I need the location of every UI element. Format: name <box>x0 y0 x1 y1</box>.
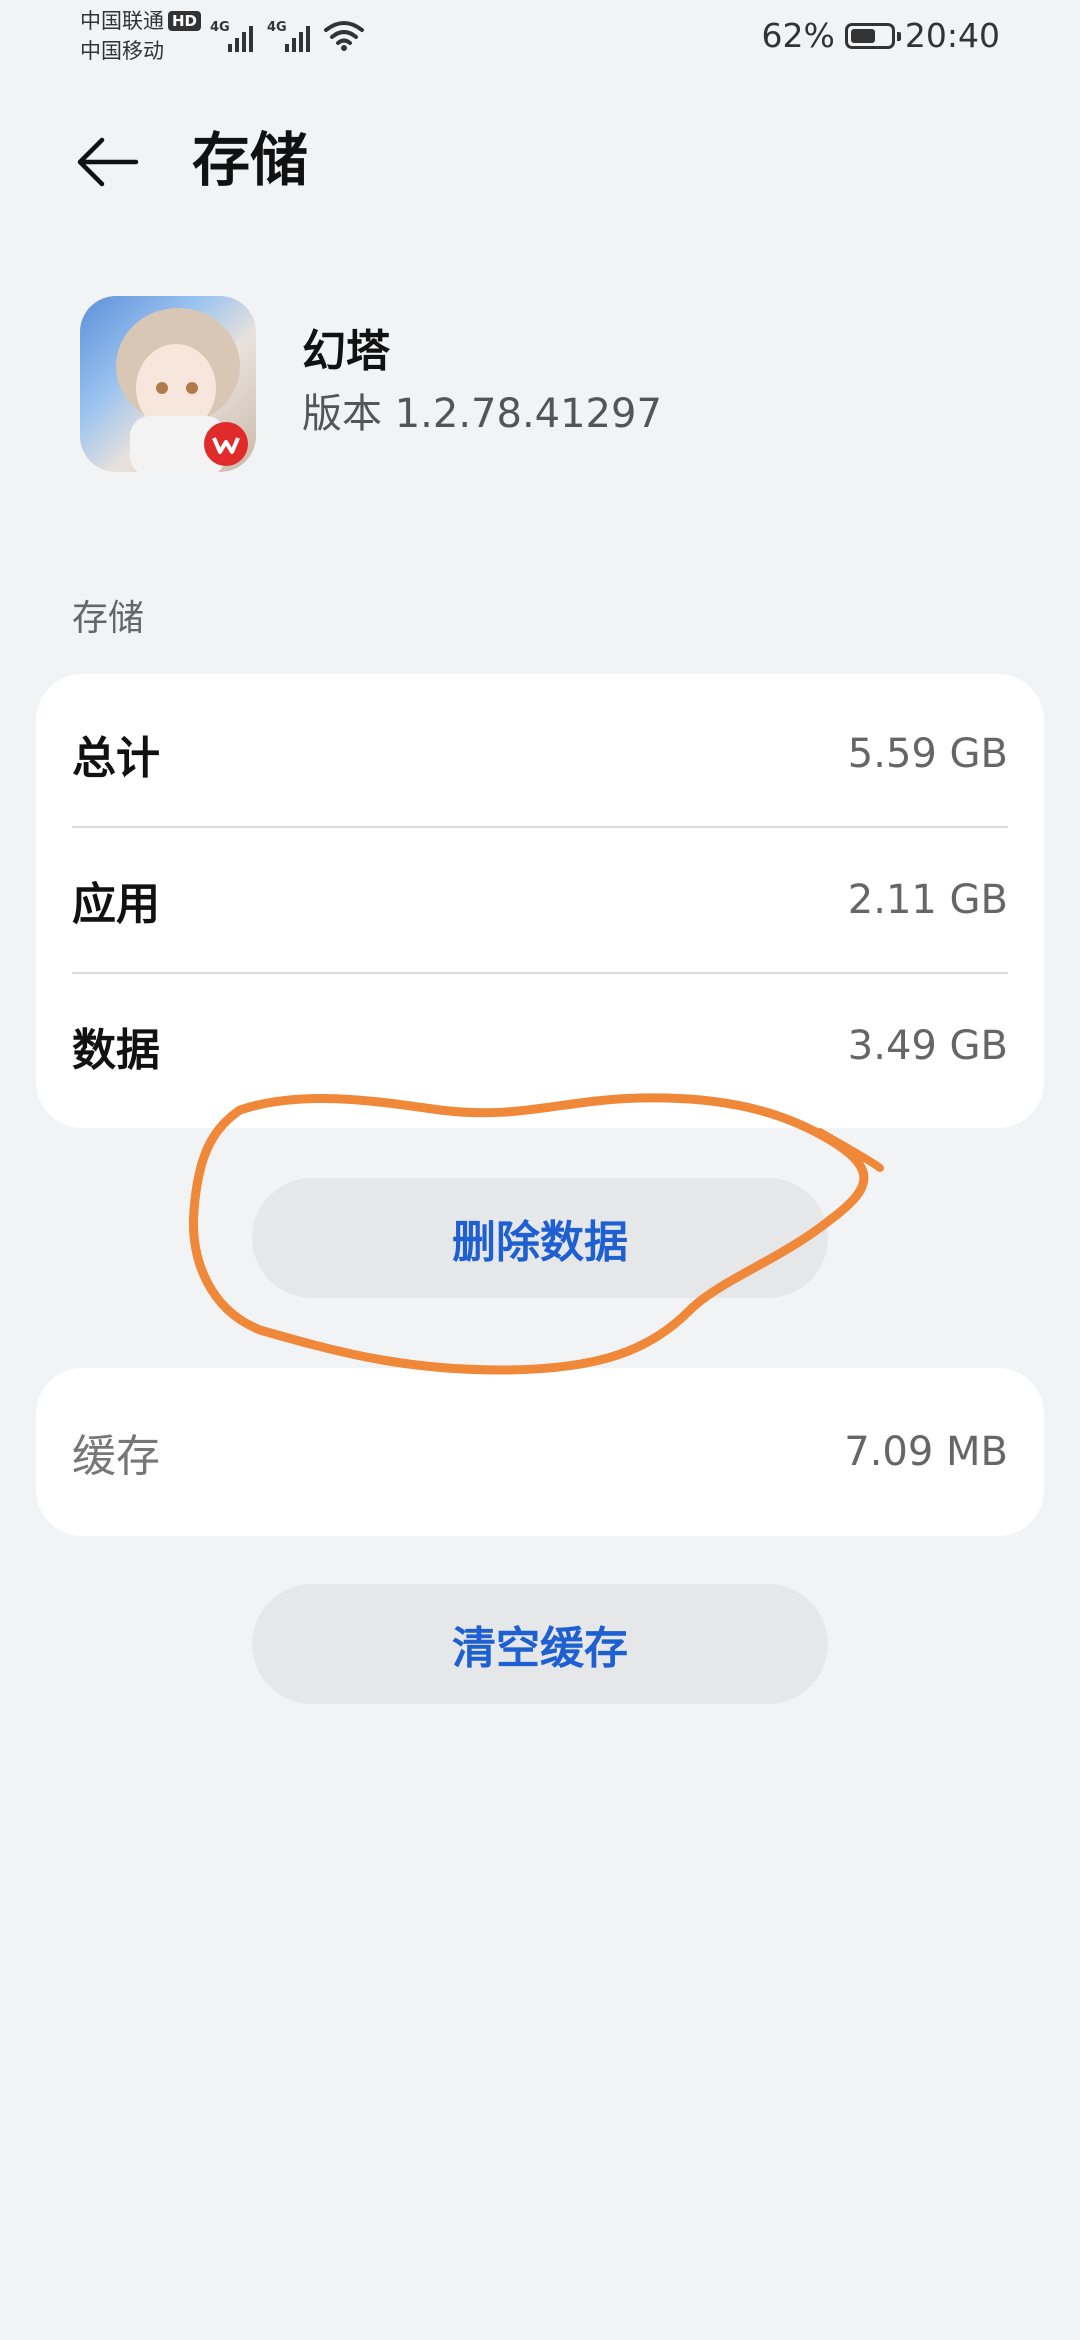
network-type-label: 4G <box>267 20 287 35</box>
battery-fill <box>850 28 875 43</box>
cache-row: 缓存 7.09 MB <box>72 1380 1008 1524</box>
storage-row-app: 应用 2.11 GB <box>72 828 1008 972</box>
battery-percent: 62% <box>761 16 835 55</box>
app-bar: 存储 <box>0 110 1080 210</box>
storage-card: 总计 5.59 GB 应用 2.11 GB 数据 3.49 GB <box>36 674 1044 1128</box>
row-value: 3.49 GB <box>847 1023 1008 1069</box>
back-arrow-icon[interactable] <box>76 130 140 194</box>
carrier-2-label: 中国移动 <box>80 39 164 63</box>
app-icon-artwork <box>116 308 248 472</box>
row-label: 总计 <box>72 733 160 784</box>
hd-badge: HD <box>168 11 202 31</box>
cache-card: 缓存 7.09 MB <box>36 1368 1044 1536</box>
status-bar: 中国联通 HD 中国移动 4G 4G 62% 20:40 <box>0 0 1080 80</box>
row-label: 应用 <box>72 879 160 930</box>
page-title: 存储 <box>192 126 309 194</box>
row-value: 5.59 GB <box>847 731 1008 777</box>
storage-section-label: 存储 <box>72 598 145 639</box>
row-label: 数据 <box>72 1025 160 1076</box>
clear-cache-button[interactable]: 清空缓存 <box>252 1584 828 1704</box>
carrier-1-label: 中国联通 <box>80 9 164 33</box>
app-name: 幻塔 <box>302 326 390 377</box>
storage-row-total: 总计 5.59 GB <box>72 682 1008 826</box>
app-icon <box>80 296 256 472</box>
signal-indicators: 4G 4G <box>210 18 364 52</box>
cellular-signal-icon: 4G <box>210 20 253 52</box>
clock: 20:40 <box>904 16 1000 55</box>
delete-data-button[interactable]: 删除数据 <box>252 1178 828 1298</box>
cache-label: 缓存 <box>72 1431 160 1482</box>
cache-value: 7.09 MB <box>844 1429 1008 1475</box>
status-right: 62% 20:40 <box>762 16 1000 55</box>
row-value: 2.11 GB <box>847 877 1008 923</box>
app-version: 版本 1.2.78.41297 <box>302 391 662 437</box>
app-info: 幻塔 版本 1.2.78.41297 <box>80 296 1000 472</box>
carrier-info: 中国联通 HD 中国移动 <box>80 6 202 66</box>
storage-row-data: 数据 3.49 GB <box>72 974 1008 1118</box>
battery-icon <box>844 22 901 49</box>
wifi-icon <box>324 21 364 51</box>
network-type-label: 4G <box>210 20 230 35</box>
cellular-signal-icon: 4G <box>267 20 310 52</box>
